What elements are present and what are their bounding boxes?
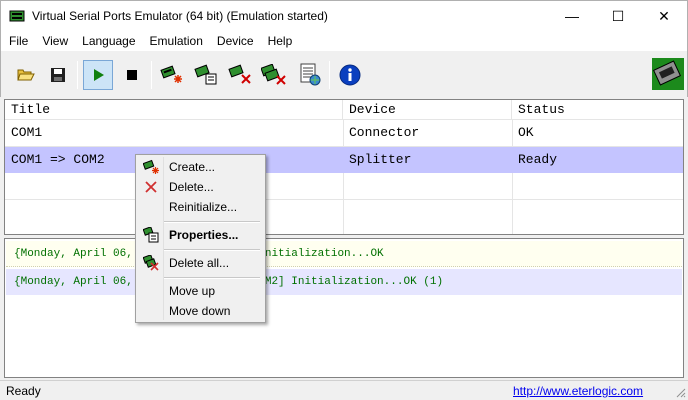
- menu-help[interactable]: Help: [261, 31, 300, 51]
- maximize-button[interactable]: ☐: [595, 1, 641, 31]
- column-header-device[interactable]: Device: [343, 100, 512, 120]
- info-icon: [339, 64, 361, 86]
- ctx-item-delete-all[interactable]: Delete all...: [138, 253, 263, 273]
- menu-view[interactable]: View: [35, 31, 75, 51]
- title-bar: Virtual Serial Ports Emulator (64 bit) (…: [0, 0, 688, 31]
- ctx-label: Move up: [169, 284, 216, 298]
- play-icon: [94, 69, 104, 81]
- website-link[interactable]: http://www.eterlogic.com: [513, 384, 643, 398]
- open-folder-icon: [17, 69, 35, 81]
- stop-icon: [127, 70, 137, 80]
- close-icon: ✕: [658, 7, 670, 24]
- toolbar-separator: [151, 61, 152, 89]
- serial-connector-logo: [651, 57, 685, 91]
- app-icon: [9, 10, 25, 22]
- ctx-item-move-up[interactable]: Move up: [138, 281, 263, 301]
- resize-grip-icon[interactable]: [674, 386, 686, 398]
- delete-all-icon: [143, 255, 159, 271]
- create-device-button[interactable]: [157, 60, 187, 90]
- minimize-button[interactable]: —: [549, 1, 595, 31]
- ctx-item-delete[interactable]: Delete...: [138, 177, 263, 197]
- device-properties-button[interactable]: [191, 60, 221, 90]
- list-header: Title Device Status: [5, 100, 683, 120]
- context-menu: Create... Delete... Reinitialize... Prop…: [135, 154, 266, 323]
- about-button[interactable]: [335, 60, 365, 90]
- toolbar: [0, 51, 688, 97]
- open-button[interactable]: [11, 60, 41, 90]
- ctx-label: Create...: [169, 160, 216, 174]
- table-row[interactable]: COM1 Connector OK: [5, 120, 683, 146]
- properties-icon: [143, 227, 159, 243]
- delete-all-icon: [261, 64, 286, 85]
- menu-language[interactable]: Language: [75, 31, 142, 51]
- create-device-icon: [160, 65, 182, 83]
- cell-status: Ready: [518, 152, 558, 167]
- log-panel[interactable]: {Monday, April 06, nitialization...OK {M…: [4, 238, 684, 378]
- column-header-title[interactable]: Title: [5, 100, 343, 120]
- column-header-status[interactable]: Status: [512, 100, 683, 120]
- ctx-item-reinitialize[interactable]: Reinitialize...: [138, 197, 263, 217]
- cell-title: COM1: [11, 125, 43, 140]
- ctx-label: Delete all...: [169, 256, 230, 270]
- delete-device-icon: [228, 64, 251, 84]
- stop-emulation-button[interactable]: [117, 60, 147, 90]
- minimize-icon: —: [565, 8, 579, 24]
- device-list[interactable]: Title Device Status COM1 Connector OK CO…: [4, 99, 684, 235]
- close-button[interactable]: ✕: [641, 1, 687, 31]
- window-title: Virtual Serial Ports Emulator (64 bit) (…: [32, 9, 328, 23]
- toolbar-separator: [77, 61, 78, 89]
- cell-status: OK: [518, 125, 534, 140]
- maximize-icon: ☐: [611, 7, 625, 24]
- status-bar: Ready http://www.eterlogic.com: [0, 380, 688, 400]
- ctx-label: Move down: [169, 304, 231, 318]
- log-icon: [300, 63, 321, 86]
- ctx-label: Delete...: [169, 180, 214, 194]
- menu-separator: [164, 221, 260, 223]
- cell-device: Splitter: [349, 152, 412, 167]
- move-down-icon: [143, 303, 159, 319]
- menu-device[interactable]: Device: [210, 31, 261, 51]
- delete-icon: [143, 179, 159, 195]
- create-device-icon: [143, 159, 159, 175]
- start-emulation-button[interactable]: [83, 60, 113, 90]
- cell-device: Connector: [349, 125, 420, 140]
- toolbar-separator: [329, 61, 330, 89]
- save-icon: [51, 68, 65, 82]
- menu-file[interactable]: File: [2, 31, 35, 51]
- delete-all-button[interactable]: [259, 60, 289, 90]
- save-button[interactable]: [43, 60, 73, 90]
- ctx-item-move-down[interactable]: Move down: [138, 301, 263, 321]
- ctx-label: Properties...: [169, 228, 239, 242]
- delete-device-button[interactable]: [225, 60, 255, 90]
- properties-device-icon: [194, 64, 217, 85]
- serial-connector-logo-icon: [652, 58, 684, 90]
- cell-title: COM1 => COM2: [11, 152, 105, 167]
- menu-separator: [164, 249, 260, 251]
- ctx-label: Reinitialize...: [169, 200, 238, 214]
- log-line: {Monday, April 06, M2] Initialization...…: [6, 269, 682, 295]
- ctx-item-create[interactable]: Create...: [138, 157, 263, 177]
- ctx-item-properties[interactable]: Properties...: [138, 225, 263, 245]
- row-divider: [5, 199, 683, 200]
- reinitialize-icon: [143, 199, 159, 215]
- log-button[interactable]: [295, 60, 325, 90]
- menu-bar: File View Language Emulation Device Help: [0, 31, 688, 51]
- menu-separator: [164, 277, 260, 279]
- table-row[interactable]: COM1 => COM2 Splitter Ready: [5, 147, 683, 173]
- status-text: Ready: [6, 384, 41, 398]
- log-line: {Monday, April 06, nitialization...OK: [6, 241, 682, 267]
- menu-emulation[interactable]: Emulation: [143, 31, 210, 51]
- move-up-icon: [143, 283, 159, 299]
